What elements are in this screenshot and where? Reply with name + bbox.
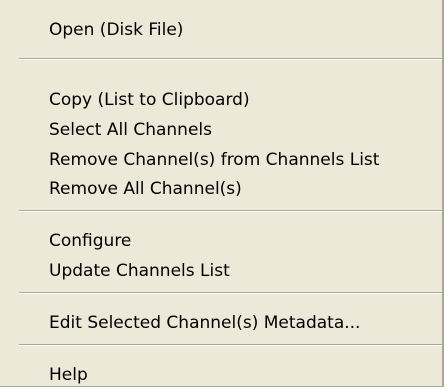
menu-item-select-all-channels[interactable]: Select All Channels [49, 116, 212, 144]
menu-separator [19, 210, 442, 212]
menu-item-remove-all-channels[interactable]: Remove All Channel(s) [49, 175, 242, 203]
menu-separator [19, 344, 442, 346]
context-menu: Open (Disk File) Copy (List to Clipboard… [0, 0, 444, 387]
menu-separator [19, 292, 442, 294]
menu-item-remove-channels-from-list[interactable]: Remove Channel(s) from Channels List [49, 146, 379, 174]
menu-item-open-disk-file[interactable]: Open (Disk File) [49, 16, 183, 44]
menu-item-edit-selected-channels-metadata[interactable]: Edit Selected Channel(s) Metadata... [49, 309, 360, 337]
menu-item-copy-list-to-clipboard[interactable]: Copy (List to Clipboard) [49, 86, 250, 114]
menu-item-configure[interactable]: Configure [49, 227, 131, 255]
menu-item-help[interactable]: Help [49, 361, 88, 389]
menu-item-update-channels-list[interactable]: Update Channels List [49, 257, 230, 285]
menu-separator [19, 58, 442, 60]
